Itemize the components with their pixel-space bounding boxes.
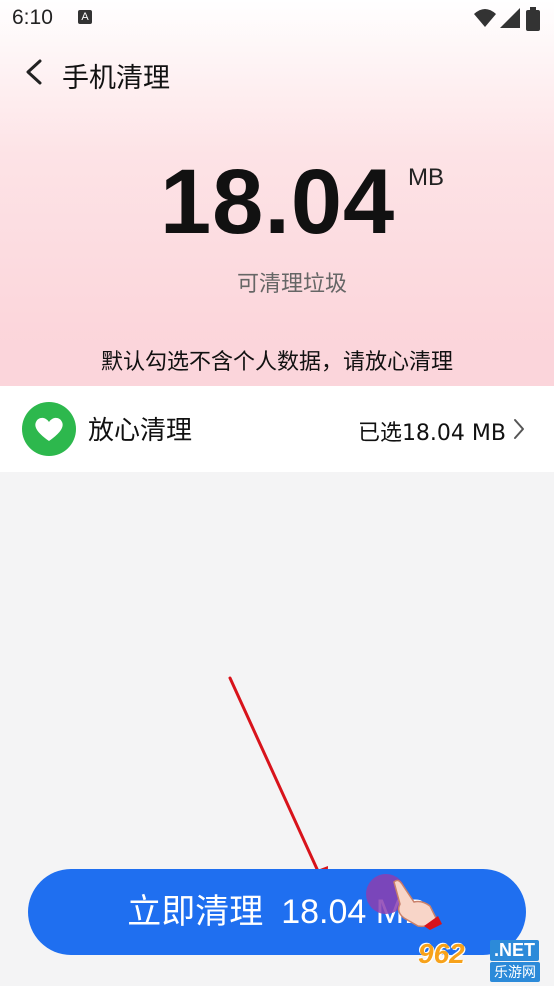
heart-icon bbox=[22, 402, 76, 456]
watermark-domain: .NET bbox=[490, 940, 540, 961]
clean-now-label: 立即清理 bbox=[127, 892, 264, 932]
junk-size-label: 可清理垃圾 bbox=[236, 272, 347, 297]
list-item-label: 放心清理 bbox=[88, 416, 193, 446]
chevron-right-icon bbox=[514, 419, 524, 439]
status-time: 6:10 bbox=[12, 6, 53, 29]
notice-banner: 默认勾选不含个人数据，请放心清理 bbox=[0, 340, 554, 386]
status-bar: 6:10 A bbox=[0, 0, 554, 38]
junk-size-summary: 18.04 MB bbox=[0, 150, 554, 260]
wifi-icon bbox=[474, 9, 496, 27]
app-header: 手机清理 bbox=[0, 44, 554, 100]
watermark-number: 962 bbox=[418, 938, 465, 969]
list-item-safe-clean[interactable]: 放心清理 已选18.04 MB bbox=[0, 386, 554, 472]
junk-size-value: 18.04 bbox=[160, 151, 396, 253]
page-title: 手机清理 bbox=[62, 63, 170, 94]
back-arrow-icon[interactable] bbox=[22, 58, 46, 86]
signal-icon bbox=[500, 8, 520, 28]
battery-icon bbox=[526, 7, 540, 31]
site-watermark: 962 .NET 乐游网 bbox=[414, 938, 550, 984]
notification-a-icon: A bbox=[78, 10, 92, 24]
junk-size-unit: MB bbox=[408, 164, 444, 191]
selected-size-text: 已选18.04 MB bbox=[357, 421, 506, 446]
watermark-chinese: 乐游网 bbox=[490, 962, 540, 982]
tap-hand-icon bbox=[366, 874, 442, 930]
